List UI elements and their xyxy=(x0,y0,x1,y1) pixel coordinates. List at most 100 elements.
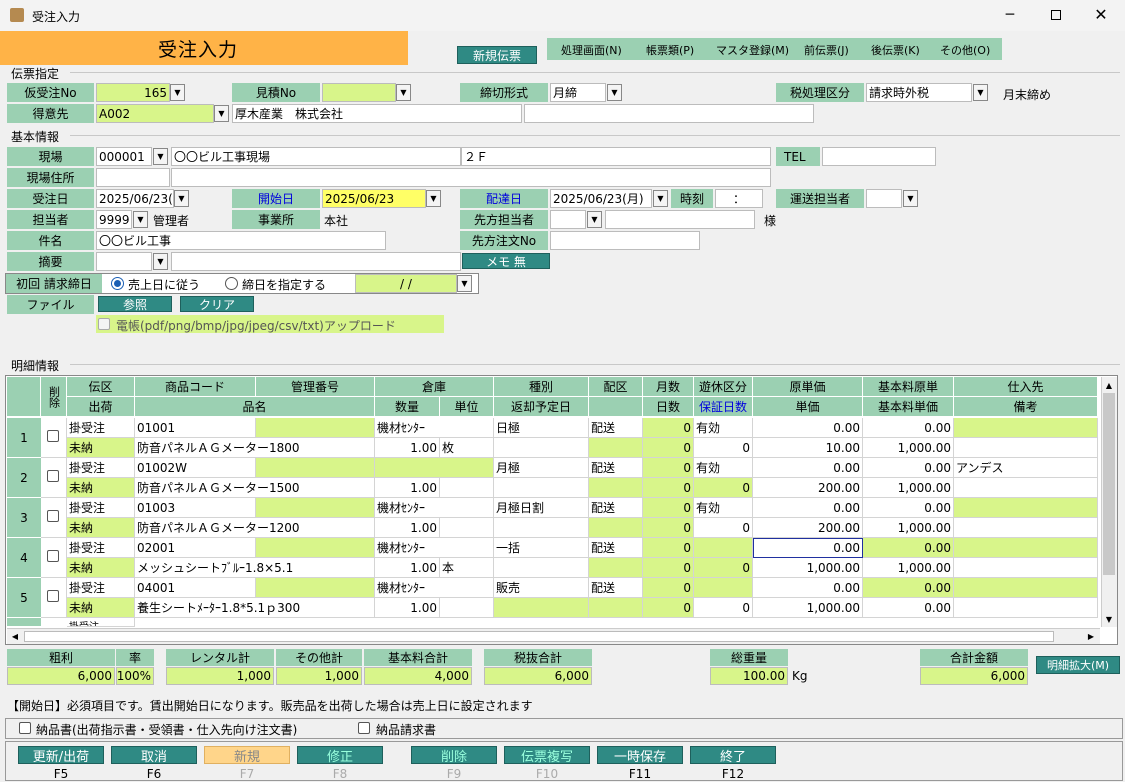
sansho-button[interactable]: 参照 xyxy=(98,296,172,312)
tanto-dropdown[interactable]: ▼ xyxy=(133,211,148,228)
cell-hosho[interactable]: 0 xyxy=(694,438,753,458)
cell-haiku[interactable]: 配送 xyxy=(589,538,643,558)
cell-tsukisu[interactable]: 0 xyxy=(643,458,694,478)
cell-soko[interactable]: 機材ｾﾝﾀｰ xyxy=(375,498,494,518)
row-delete-checkbox[interactable] xyxy=(47,590,59,602)
jusho-input-1[interactable] xyxy=(96,168,170,187)
cell-kihon-tanka[interactable]: 1,000.00 xyxy=(863,558,954,578)
cell-shubetsu[interactable]: 月極日割 xyxy=(494,498,589,518)
cell-biko[interactable] xyxy=(954,478,1098,498)
tokui-name[interactable]: 厚木産業 株式会社 xyxy=(232,104,522,123)
nohinsho-checkbox[interactable] xyxy=(19,722,31,734)
cell-henkyaku[interactable] xyxy=(494,438,589,458)
cell-haiku[interactable]: 配送 xyxy=(589,498,643,518)
row-delete-checkbox[interactable] xyxy=(47,550,59,562)
kari-dropdown[interactable]: ▼ xyxy=(170,84,185,101)
cell-yukyu[interactable] xyxy=(694,538,753,558)
minimize-icon[interactable]: ─ xyxy=(1000,6,1020,24)
genba-dropdown[interactable]: ▼ xyxy=(153,148,168,165)
cell-soko[interactable]: 機材ｾﾝﾀｰ xyxy=(375,538,494,558)
scroll-left-icon[interactable]: ◀ xyxy=(8,629,22,643)
menu-prev[interactable]: 前伝票(J) xyxy=(804,42,849,58)
scroll-right-icon[interactable]: ▶ xyxy=(1084,629,1098,643)
cell-hosho[interactable]: 0 xyxy=(694,478,753,498)
cell-yukyu[interactable] xyxy=(694,578,753,598)
cell-kihon-tanka[interactable]: 0.00 xyxy=(863,598,954,618)
cell-hinmei[interactable]: 防音パネルＡＧメーター1800 xyxy=(135,438,375,458)
cell-shiire[interactable]: アンデス xyxy=(954,458,1098,478)
kenmei-input[interactable]: 〇〇ビル工事 xyxy=(96,231,386,250)
cell-tanka[interactable]: 200.00 xyxy=(753,478,863,498)
cell-denku[interactable]: 掛受注 xyxy=(67,498,135,518)
jusho-input-2[interactable] xyxy=(171,168,771,187)
cell-kihon-gen[interactable]: 0.00 xyxy=(863,578,954,598)
cell-shiire[interactable] xyxy=(954,418,1098,438)
row-delete-checkbox[interactable] xyxy=(47,470,59,482)
cell-kihon-tanka[interactable]: 1,000.00 xyxy=(863,518,954,538)
cell-denku[interactable]: 掛受注 xyxy=(67,458,135,478)
cell-kihon-gen[interactable]: 0.00 xyxy=(863,458,954,478)
genba-code[interactable]: 000001 xyxy=(96,147,152,166)
tekiyo-text[interactable] xyxy=(171,252,461,271)
senpo-name[interactable] xyxy=(605,210,755,229)
row-delete-checkbox[interactable] xyxy=(47,510,59,522)
shime-dropdown[interactable]: ▼ xyxy=(607,84,622,101)
cell-code[interactable]: 04001 xyxy=(135,578,256,598)
cell-suryo[interactable]: 1.00 xyxy=(375,518,440,538)
cell-haiku2[interactable] xyxy=(589,518,643,538)
cell-haiku2[interactable] xyxy=(589,438,643,458)
cell-nissu[interactable]: 0 xyxy=(643,478,694,498)
tekiyo-code[interactable] xyxy=(96,252,152,271)
senpo-dropdown[interactable]: ▼ xyxy=(587,211,602,228)
footer-button-f6[interactable]: 取消 xyxy=(111,746,197,765)
tanto-code[interactable]: 9999 xyxy=(96,210,132,229)
cell-haiku[interactable]: 配送 xyxy=(589,578,643,598)
radio-shime[interactable] xyxy=(225,277,238,290)
menu-master[interactable]: マスタ登録(M) xyxy=(716,42,789,58)
cell-biko[interactable] xyxy=(954,558,1098,578)
tokui-dropdown[interactable]: ▼ xyxy=(214,105,229,122)
cell-kanri[interactable] xyxy=(256,418,375,438)
cell-kanri[interactable] xyxy=(256,538,375,558)
row-delete-checkbox[interactable] xyxy=(47,430,59,442)
cell-biko[interactable] xyxy=(954,438,1098,458)
cell-nissu[interactable]: 0 xyxy=(643,558,694,578)
cell-gen[interactable]: 0.00 xyxy=(753,458,863,478)
seikyu-date[interactable]: / / xyxy=(355,274,457,293)
cell-suryo[interactable]: 1.00 xyxy=(375,598,440,618)
cell-nissu[interactable]: 0 xyxy=(643,518,694,538)
cell-yukyu[interactable]: 有効 xyxy=(694,418,753,438)
footer-button-f8[interactable]: 修正 xyxy=(297,746,383,765)
cell-kihon-tanka[interactable]: 1,000.00 xyxy=(863,438,954,458)
cell-tanka[interactable]: 200.00 xyxy=(753,518,863,538)
senpo-code[interactable] xyxy=(550,210,586,229)
cell-kanri[interactable] xyxy=(256,578,375,598)
cell-gen[interactable]: 0.00 xyxy=(753,578,863,598)
cell-shiire[interactable] xyxy=(954,538,1098,558)
cell-haiku2[interactable] xyxy=(589,478,643,498)
cell-biko[interactable] xyxy=(954,518,1098,538)
cell-denku[interactable]: 掛受注 xyxy=(67,418,135,438)
cell-shiire[interactable] xyxy=(954,498,1098,518)
cell-hosho[interactable]: 0 xyxy=(694,598,753,618)
genba-floor[interactable]: ２Ｆ xyxy=(461,147,771,166)
menu-next[interactable]: 後伝票(K) xyxy=(871,42,920,58)
cell-hinmei[interactable]: 防音パネルＡＧメーター1200 xyxy=(135,518,375,538)
cell-tani[interactable]: 本 xyxy=(440,558,494,578)
cell-hinmei[interactable]: メッシュシートﾌﾞﾙｰ1.8×5.1 xyxy=(135,558,375,578)
cell-shukka[interactable]: 未納 xyxy=(67,558,135,578)
cell-tani[interactable] xyxy=(440,598,494,618)
chumon-input[interactable] xyxy=(550,231,700,250)
cell-shukka[interactable]: 未納 xyxy=(67,478,135,498)
cell-shukka[interactable]: 未納 xyxy=(67,518,135,538)
cell-shukka[interactable]: 未納 xyxy=(67,438,135,458)
cell-kihon-tanka[interactable]: 1,000.00 xyxy=(863,478,954,498)
menu-chohyo[interactable]: 帳票類(P) xyxy=(646,42,694,58)
cell-shiire[interactable] xyxy=(954,578,1098,598)
cell-nissu[interactable]: 0 xyxy=(643,598,694,618)
hscroll-thumb[interactable] xyxy=(24,631,1054,642)
kaishi-input[interactable]: 2025/06/23 xyxy=(322,189,426,208)
cell-suryo[interactable]: 1.00 xyxy=(375,438,440,458)
close-icon[interactable]: ✕ xyxy=(1091,4,1111,24)
juchu-input[interactable]: 2025/06/23( xyxy=(96,189,174,208)
